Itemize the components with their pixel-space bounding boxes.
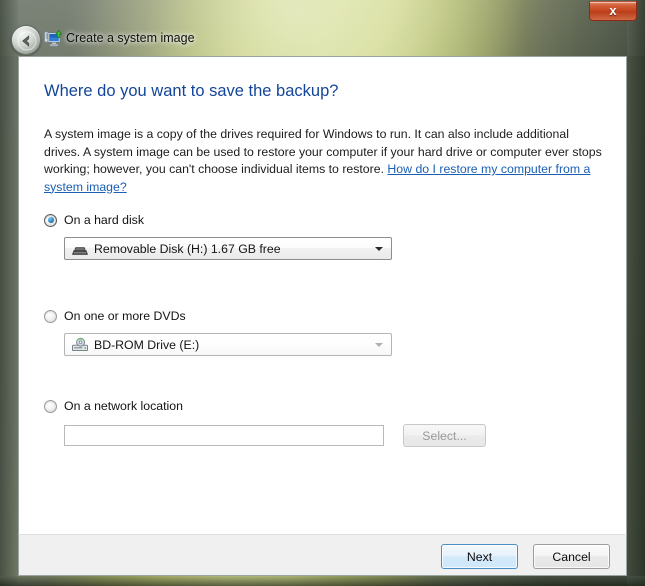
- close-button[interactable]: x: [589, 1, 637, 21]
- network-location-input[interactable]: [64, 425, 384, 446]
- optical-drive-icon: [71, 337, 89, 353]
- window-border-left: [0, 0, 18, 586]
- removable-disk-icon: [71, 241, 89, 257]
- back-arrow-icon: [17, 31, 37, 51]
- back-button[interactable]: [11, 25, 41, 55]
- window-title: Create a system image: [66, 31, 195, 45]
- radio-row-hard-disk[interactable]: On a hard disk: [44, 211, 392, 229]
- radio-label-hard-disk: On a hard disk: [64, 213, 144, 227]
- radio-label-network: On a network location: [64, 399, 183, 413]
- network-location-row: Select...: [64, 424, 486, 447]
- hard-disk-combobox-value: Removable Disk (H:) 1.67 GB free: [94, 241, 281, 256]
- dvd-combobox[interactable]: BD-ROM Drive (E:): [64, 333, 392, 356]
- select-button[interactable]: Select...: [403, 424, 486, 447]
- description-text: A system image is a copy of the drives r…: [44, 126, 604, 196]
- window-border-bottom: [0, 576, 645, 586]
- radio-row-dvd[interactable]: On one or more DVDs: [44, 307, 392, 325]
- radio-dvd[interactable]: [44, 309, 57, 323]
- cancel-button[interactable]: Cancel: [533, 544, 610, 569]
- system-image-backup-icon: [43, 29, 63, 49]
- page-title: Where do you want to save the backup?: [44, 82, 339, 100]
- dialog-footer: Next Cancel: [18, 534, 627, 576]
- option-hard-disk: On a hard disk Removable Disk (H:) 1.67 …: [44, 211, 392, 260]
- dialog-content: Where do you want to save the backup? A …: [18, 56, 627, 534]
- chevron-down-icon: [375, 246, 383, 251]
- dvd-combobox-value: BD-ROM Drive (E:): [94, 337, 200, 352]
- chevron-down-icon: [375, 342, 383, 347]
- hard-disk-combobox[interactable]: Removable Disk (H:) 1.67 GB free: [64, 237, 392, 260]
- create-system-image-window: Create a system image x Where do you wan…: [0, 0, 645, 586]
- option-network: On a network location Select...: [44, 397, 486, 447]
- title-bar: Create a system image x: [0, 0, 645, 56]
- option-dvd: On one or more DVDs BD-ROM Drive (E:): [44, 307, 392, 356]
- radio-label-dvd: On one or more DVDs: [64, 309, 186, 323]
- radio-row-network[interactable]: On a network location: [44, 397, 486, 415]
- radio-hard-disk[interactable]: [44, 213, 57, 227]
- window-border-right: [627, 0, 645, 586]
- radio-network[interactable]: [44, 399, 57, 413]
- close-icon: x: [609, 3, 617, 18]
- next-button[interactable]: Next: [441, 544, 518, 569]
